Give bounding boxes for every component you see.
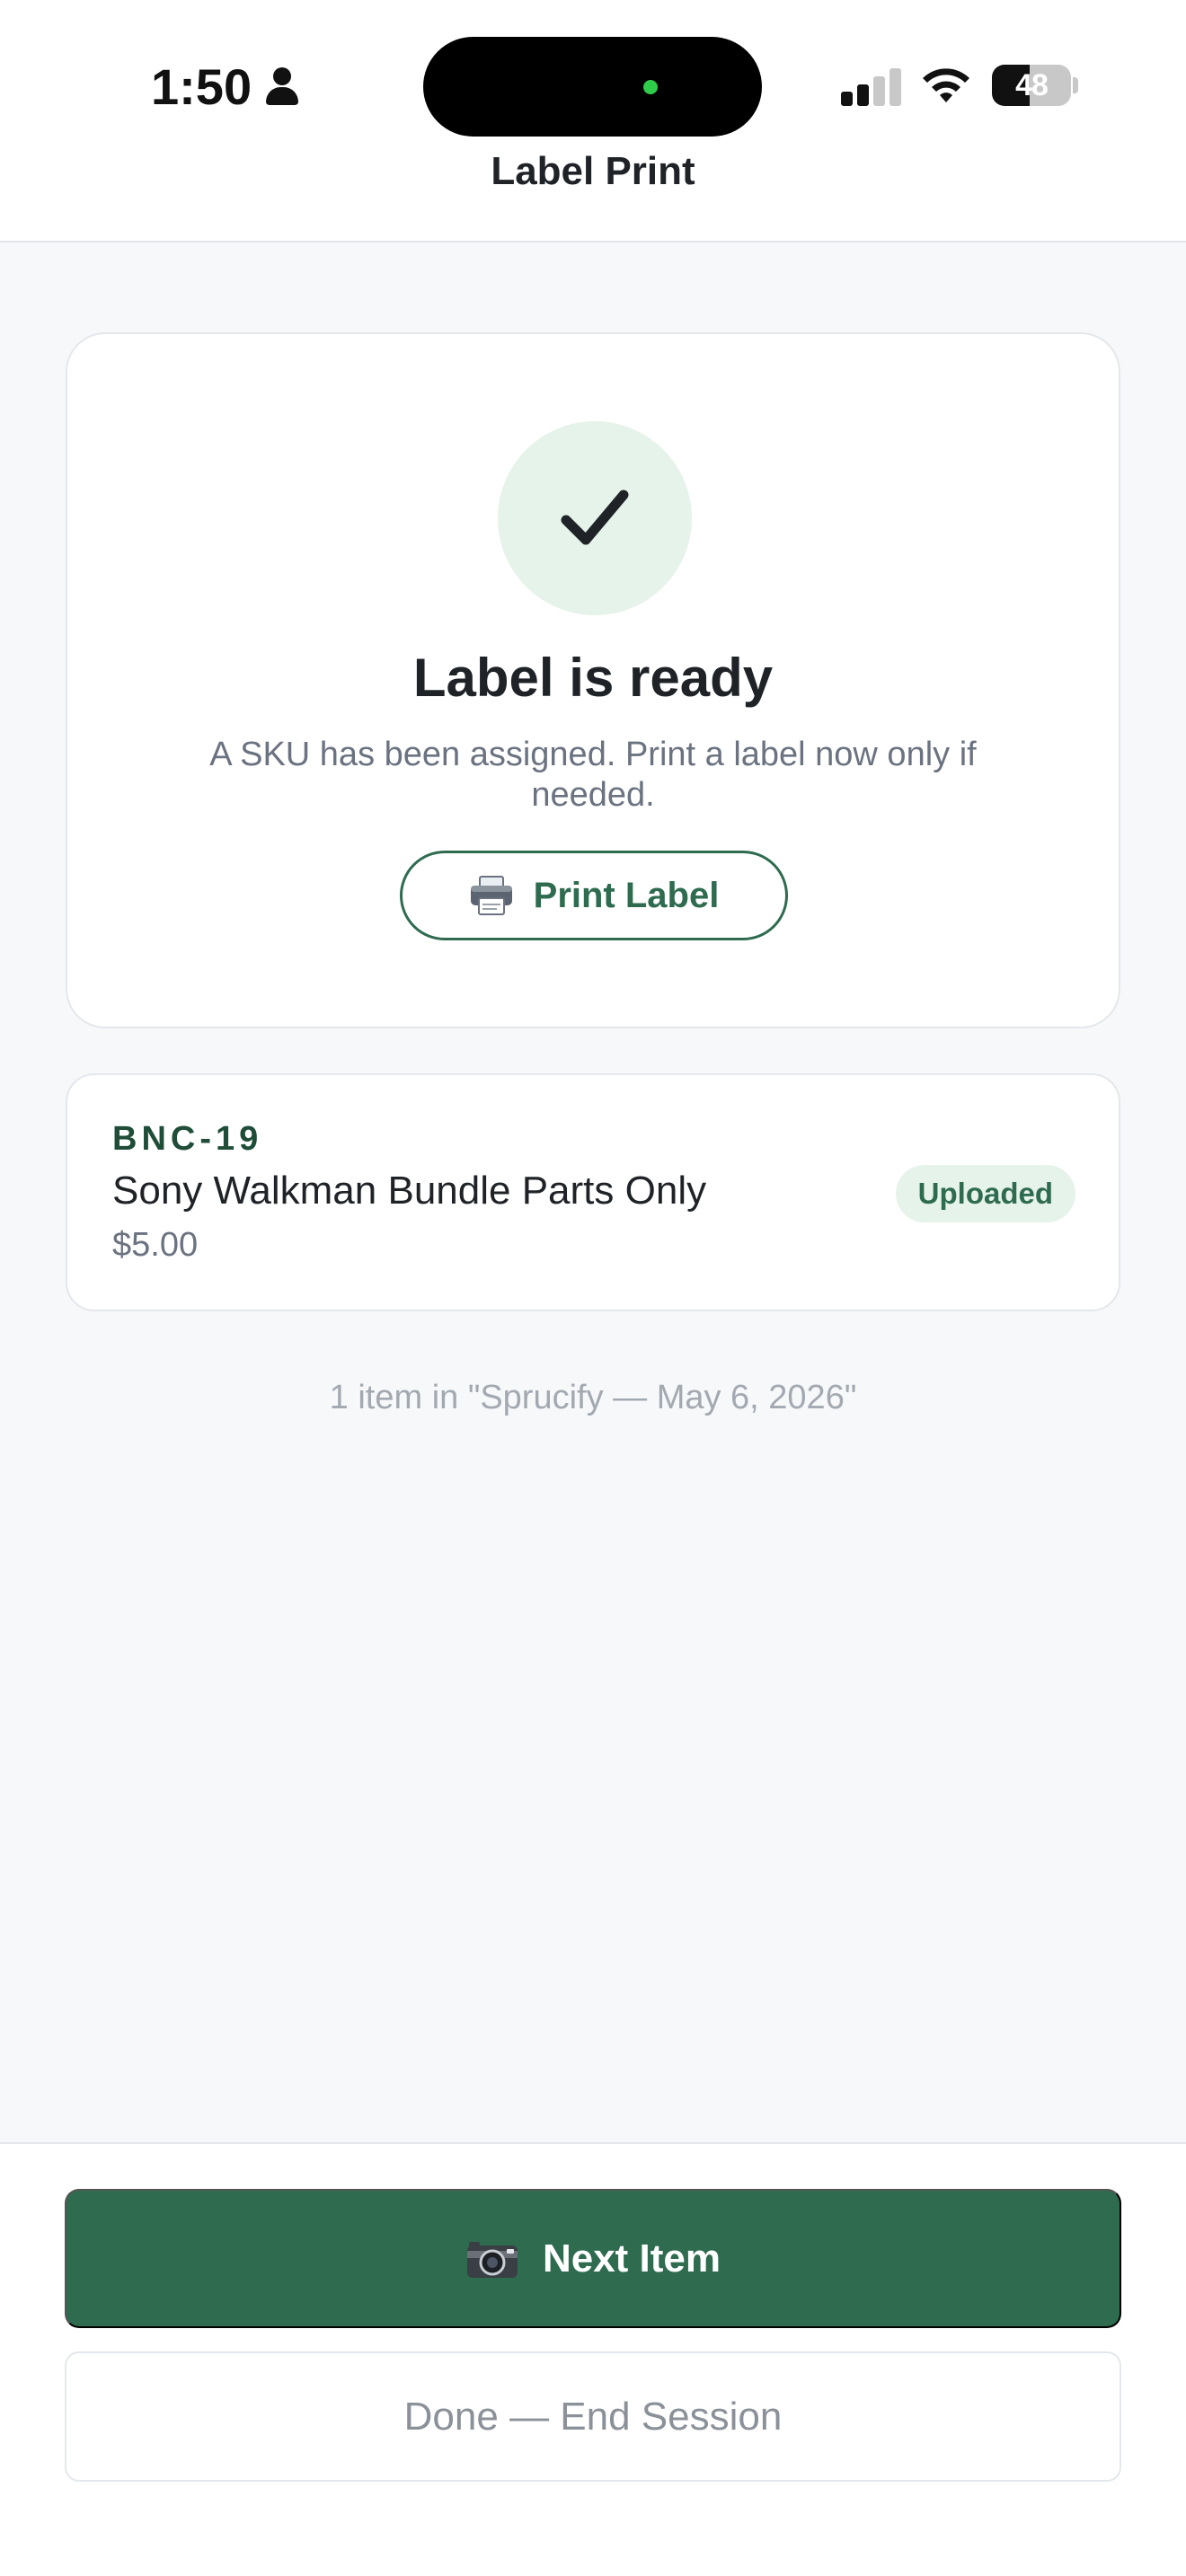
next-item-text: Next Item bbox=[542, 2236, 721, 2280]
ready-subtitle: A SKU has been assigned. Print a label n… bbox=[209, 736, 977, 814]
status-time: 1:50 bbox=[151, 57, 300, 116]
item-name: Sony Walkman Bundle Parts Only bbox=[112, 1169, 707, 1213]
wifi-icon bbox=[923, 68, 969, 102]
top-bar: 1:50 48 Label Print bbox=[0, 0, 1186, 243]
printer-icon bbox=[470, 876, 512, 915]
next-item-button[interactable]: Next Item bbox=[65, 2189, 1121, 2328]
item-sku: BNC-19 bbox=[112, 1120, 263, 1158]
session-summary: 1 item in "Sprucify — May 6, 2026" bbox=[329, 1379, 857, 1416]
bottom-action-bar: Next Item Done — End Session bbox=[0, 2142, 1186, 2576]
camera-indicator-dot bbox=[643, 80, 658, 94]
battery-nub bbox=[1073, 77, 1078, 93]
print-label-button[interactable]: Print Label bbox=[400, 851, 788, 940]
end-session-button[interactable]: Done — End Session bbox=[65, 2351, 1121, 2482]
checkmark-icon bbox=[561, 490, 629, 545]
print-label-text: Print Label bbox=[533, 875, 720, 915]
label-ready-card: Label is ready A SKU has been assigned. … bbox=[66, 332, 1120, 1028]
success-check-circle bbox=[498, 421, 692, 615]
status-time-text: 1:50 bbox=[151, 58, 252, 115]
item-card[interactable]: BNC-19 Sony Walkman Bundle Parts Only $5… bbox=[66, 1073, 1120, 1311]
page-title: Label Print bbox=[491, 149, 695, 193]
item-price: $5.00 bbox=[112, 1226, 199, 1264]
person-icon bbox=[264, 66, 300, 107]
ready-title: Label is ready bbox=[412, 648, 774, 708]
camera-icon bbox=[466, 2241, 518, 2278]
status-badge: Uploaded bbox=[895, 1165, 1075, 1222]
battery-percent: 48 bbox=[1015, 67, 1049, 102]
cellular-signal-icon bbox=[841, 66, 901, 106]
dynamic-island bbox=[423, 37, 762, 137]
battery-icon: 48 bbox=[992, 65, 1071, 106]
end-session-text: Done — End Session bbox=[403, 2394, 783, 2439]
